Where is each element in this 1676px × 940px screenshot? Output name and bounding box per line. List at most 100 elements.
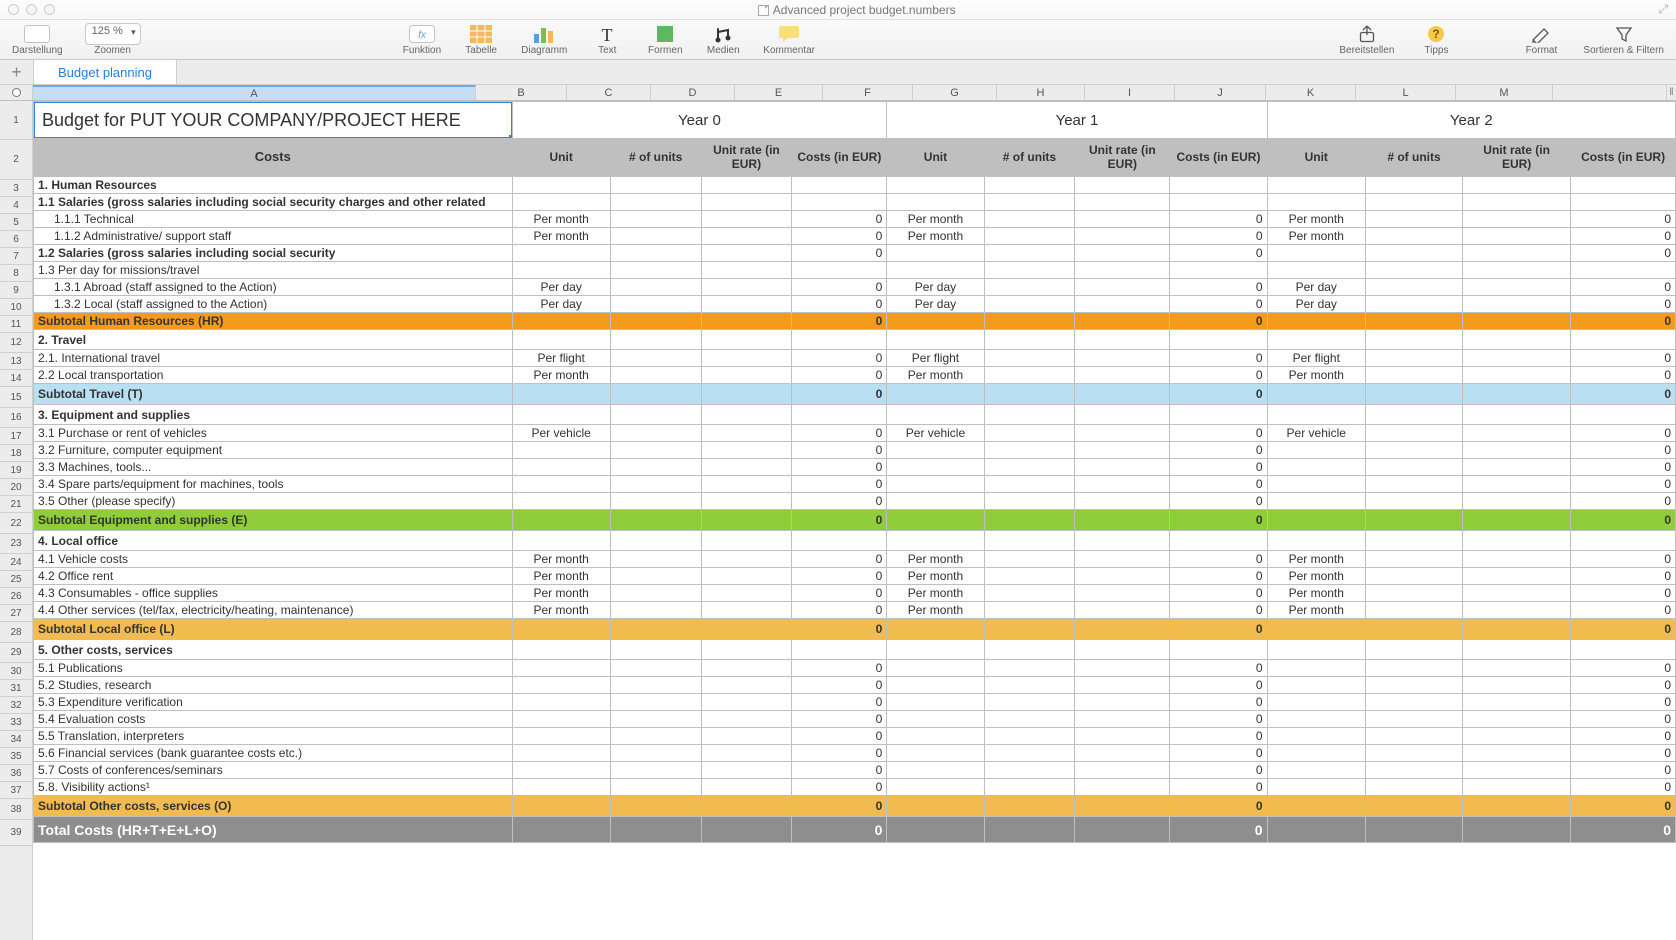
cell-unit[interactable]: [512, 313, 610, 330]
row-header-24[interactable]: 24: [0, 554, 32, 571]
cell-nunits[interactable]: [610, 510, 701, 531]
cell-nunits[interactable]: [610, 296, 701, 313]
cell-unit[interactable]: [1267, 194, 1365, 211]
cell-cost[interactable]: 0: [1571, 728, 1676, 745]
cell-unit[interactable]: [887, 531, 984, 551]
cell-rate[interactable]: [701, 602, 792, 619]
cell-nunits[interactable]: [984, 177, 1075, 194]
cell-nunits[interactable]: [984, 531, 1075, 551]
cell-rate[interactable]: [1075, 711, 1170, 728]
cell-cost[interactable]: 0: [1170, 796, 1267, 817]
cell-rate[interactable]: [701, 279, 792, 296]
cell-unit[interactable]: Per vehicle: [887, 425, 984, 442]
cell-nunits[interactable]: [1365, 551, 1462, 568]
cell-rate[interactable]: [1463, 619, 1571, 640]
cell-rate[interactable]: [701, 476, 792, 493]
cell-cost[interactable]: [1170, 405, 1267, 425]
cell-cost[interactable]: 0: [792, 762, 887, 779]
cell-cost[interactable]: 0: [1170, 493, 1267, 510]
cell-rate[interactable]: [1463, 476, 1571, 493]
cell-rate[interactable]: [701, 228, 792, 245]
cell-rate[interactable]: [1075, 313, 1170, 330]
row-header-27[interactable]: 27: [0, 605, 32, 622]
col-header-K[interactable]: K: [1266, 85, 1356, 100]
cell-unit[interactable]: [1267, 762, 1365, 779]
cell-rate[interactable]: [701, 442, 792, 459]
cell-nunits[interactable]: [1365, 459, 1462, 476]
cell-rate[interactable]: [1463, 313, 1571, 330]
cell-unit[interactable]: Per month: [512, 568, 610, 585]
row-header-12[interactable]: 12: [0, 333, 32, 353]
cell-cost[interactable]: 0: [1170, 459, 1267, 476]
cell-label[interactable]: 1.3.2 Local (staff assigned to the Actio…: [34, 296, 513, 313]
cell-unit[interactable]: [512, 817, 610, 843]
cell-label[interactable]: 5.5 Translation, interpreters: [34, 728, 513, 745]
cell-nunits[interactable]: [610, 350, 701, 367]
cell-nunits[interactable]: [984, 640, 1075, 660]
col-header-J[interactable]: J: [1175, 85, 1266, 100]
cell-rate[interactable]: [1075, 279, 1170, 296]
header-nunits[interactable]: # of units: [610, 139, 701, 177]
cell-nunits[interactable]: [1365, 585, 1462, 602]
cell-nunits[interactable]: [984, 619, 1075, 640]
cell-cost[interactable]: 0: [1170, 279, 1267, 296]
cell-rate[interactable]: [1463, 367, 1571, 384]
cell-rate[interactable]: [1463, 817, 1571, 843]
cell-label[interactable]: 4.2 Office rent: [34, 568, 513, 585]
cell-cost[interactable]: [1571, 194, 1676, 211]
cell-nunits[interactable]: [610, 384, 701, 405]
cell-rate[interactable]: [701, 677, 792, 694]
cell-unit[interactable]: Per month: [512, 585, 610, 602]
cell-rate[interactable]: [1075, 367, 1170, 384]
cell-cost[interactable]: 0: [792, 350, 887, 367]
cell-rate[interactable]: [1463, 279, 1571, 296]
header-unit[interactable]: Unit: [1267, 139, 1365, 177]
cell-rate[interactable]: [701, 568, 792, 585]
cell-cost[interactable]: 0: [792, 728, 887, 745]
cell-label[interactable]: 4.3 Consumables - office supplies: [34, 585, 513, 602]
tips-button[interactable]: ? Tipps: [1418, 23, 1454, 56]
row-header-30[interactable]: 30: [0, 663, 32, 680]
cell-nunits[interactable]: [610, 279, 701, 296]
cell-unit[interactable]: Per month: [512, 211, 610, 228]
cell-nunits[interactable]: [610, 779, 701, 796]
view-button[interactable]: Darstellung: [12, 23, 63, 56]
cell-cost[interactable]: 0: [792, 279, 887, 296]
cell-nunits[interactable]: [1365, 177, 1462, 194]
cell-rate[interactable]: [1075, 296, 1170, 313]
cell-rate[interactable]: [1463, 384, 1571, 405]
cell-nunits[interactable]: [984, 442, 1075, 459]
cell-label[interactable]: 5.2 Studies, research: [34, 677, 513, 694]
cell-unit[interactable]: Per month: [512, 228, 610, 245]
cell-cost[interactable]: 0: [1170, 619, 1267, 640]
cell-cost[interactable]: 0: [1571, 296, 1676, 313]
expand-icon[interactable]: ⤢: [1658, 2, 1668, 17]
cell-label[interactable]: 3. Equipment and supplies: [34, 405, 513, 425]
cell-unit[interactable]: [887, 728, 984, 745]
row-header-8[interactable]: 8: [0, 265, 32, 282]
cell-label[interactable]: 5.8. Visibility actions¹: [34, 779, 513, 796]
header-rate[interactable]: Unit rate (in EUR): [1075, 139, 1170, 177]
cell-rate[interactable]: [1463, 585, 1571, 602]
cell-label[interactable]: 5.7 Costs of conferences/seminars: [34, 762, 513, 779]
cell-unit[interactable]: Per day: [512, 296, 610, 313]
col-header-D[interactable]: D: [651, 85, 735, 100]
cell-rate[interactable]: [701, 762, 792, 779]
cell-unit[interactable]: [1267, 384, 1365, 405]
cell-rate[interactable]: [1463, 177, 1571, 194]
cell-unit[interactable]: [512, 405, 610, 425]
cell-nunits[interactable]: [984, 660, 1075, 677]
cell-cost[interactable]: 0: [1571, 228, 1676, 245]
cell-rate[interactable]: [1463, 510, 1571, 531]
row-header-11[interactable]: 11: [0, 316, 32, 333]
function-button[interactable]: fx Funktion: [403, 23, 441, 56]
cell-rate[interactable]: [1463, 745, 1571, 762]
col-header-L[interactable]: L: [1356, 85, 1456, 100]
cell-rate[interactable]: [1463, 694, 1571, 711]
cell-cost[interactable]: 0: [1571, 245, 1676, 262]
cell-label[interactable]: 1.2 Salaries (gross salaries including s…: [34, 245, 513, 262]
cell-rate[interactable]: [1075, 779, 1170, 796]
cell-cost[interactable]: [1170, 194, 1267, 211]
cell-unit[interactable]: [1267, 442, 1365, 459]
cell-label[interactable]: 3.1 Purchase or rent of vehicles: [34, 425, 513, 442]
